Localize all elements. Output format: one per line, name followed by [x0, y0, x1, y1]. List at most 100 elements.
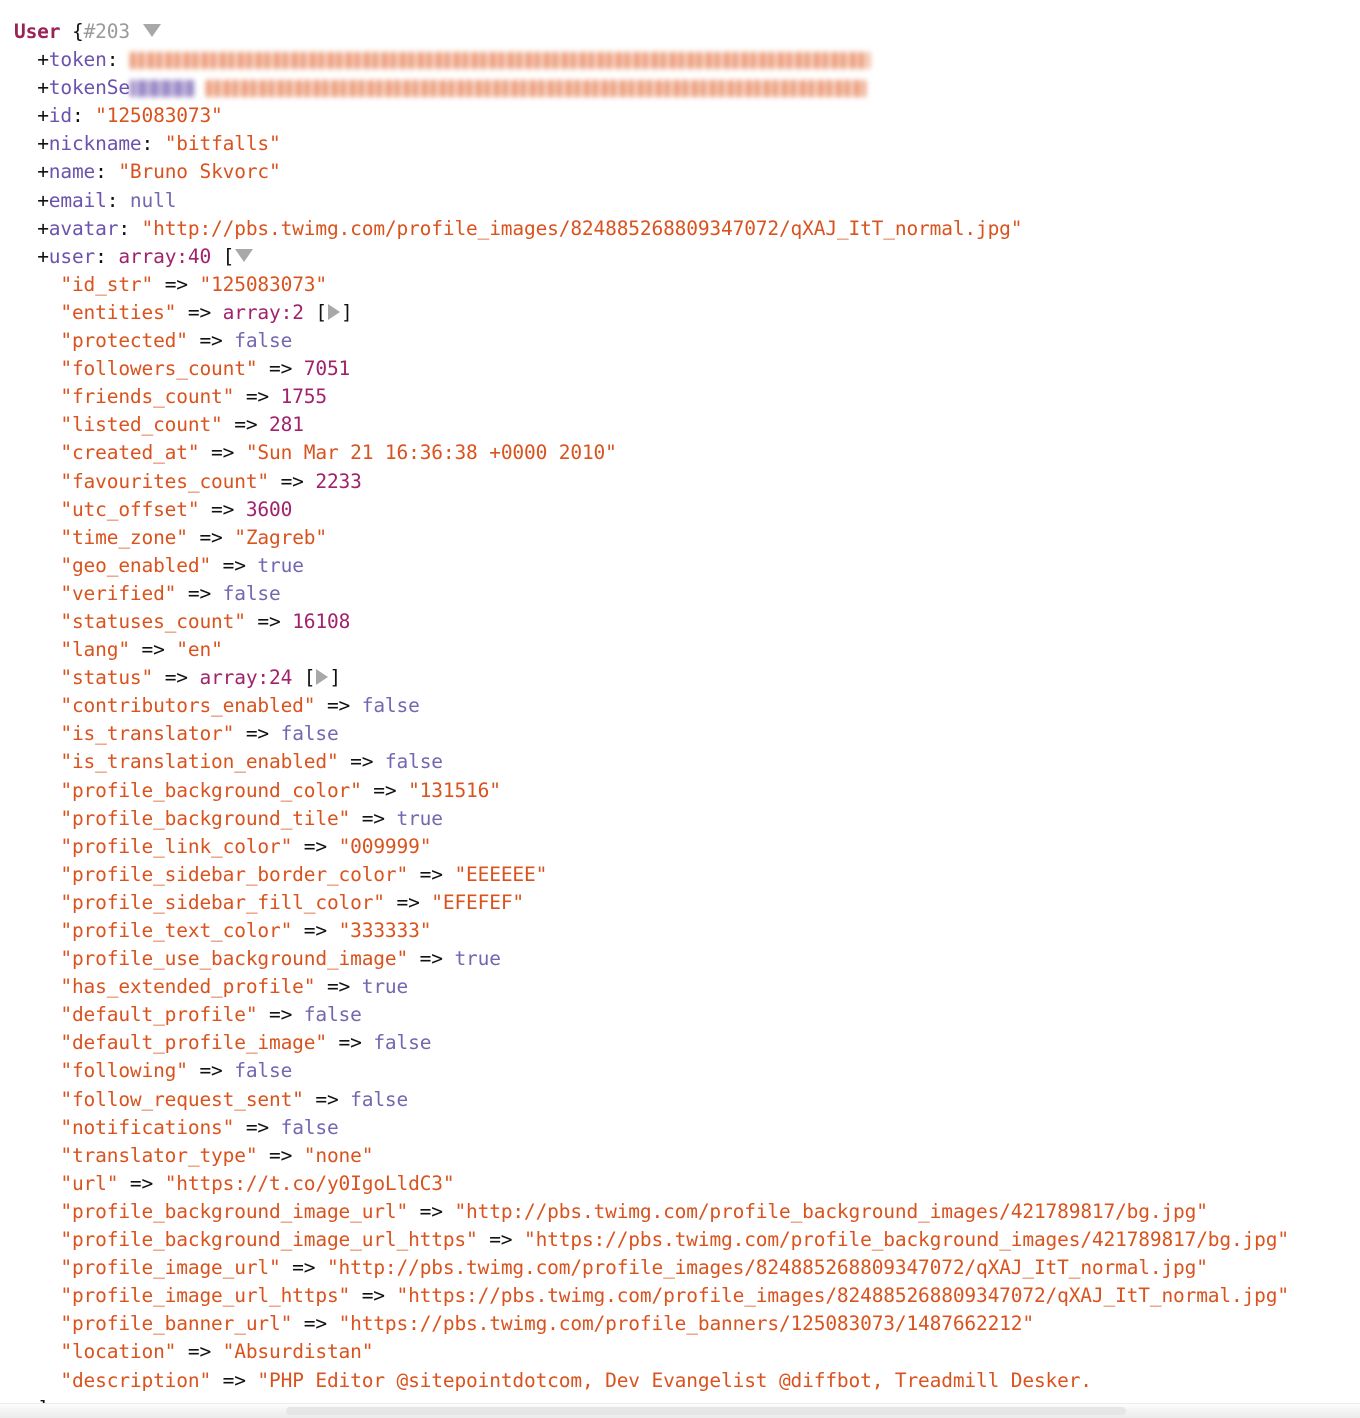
array-entry: "contributors_enabled" => false — [14, 692, 1360, 720]
array-entry: "favourites_count" => 2233 — [14, 468, 1360, 496]
chevron-right-icon[interactable] — [316, 669, 329, 686]
entry-key: "listed_count" — [60, 413, 223, 437]
redacted-value — [129, 80, 194, 98]
arrow: => — [408, 862, 455, 886]
arrow: => — [315, 975, 362, 999]
entry-value: "Sun Mar 21 16:36:38 +0000 2010" — [245, 441, 617, 465]
array-entry: "created_at" => "Sun Mar 21 16:36:38 +00… — [14, 439, 1360, 467]
array-entry: "friends_count" => 1755 — [14, 383, 1360, 411]
horizontal-scrollbar[interactable] — [0, 1403, 1360, 1418]
array-entry: "is_translation_enabled" => false — [14, 748, 1360, 776]
entry-value: "131516" — [408, 778, 501, 802]
array-entry: "is_translator" => false — [14, 720, 1360, 748]
property-line: +tokenSe — [14, 74, 1360, 102]
array-entry: "id_str" => "125083073" — [14, 271, 1360, 299]
dump-content: User {#203 +token: +tokenSe +id: "125083… — [0, 0, 1360, 1418]
chevron-down-icon[interactable] — [235, 248, 254, 262]
arrow: => — [408, 1199, 455, 1223]
horizontal-scrollbar-thumb[interactable] — [286, 1407, 1126, 1415]
arrow: => — [211, 1368, 258, 1392]
entry-key: "created_at" — [60, 441, 200, 465]
arrow: => — [292, 1312, 339, 1336]
entry-key: "geo_enabled" — [60, 553, 212, 577]
arrow: => — [350, 806, 397, 830]
entry-key: "description" — [60, 1368, 212, 1392]
entry-key: "profile_banner_url" — [60, 1312, 293, 1336]
array-entry: "following" => false — [14, 1057, 1360, 1085]
object-header: User {#203 — [14, 18, 1360, 46]
array-entry: "profile_sidebar_border_color" => "EEEEE… — [14, 861, 1360, 889]
arrow: => — [257, 1143, 304, 1167]
arrow: => — [234, 722, 281, 746]
chevron-down-icon[interactable] — [142, 24, 161, 37]
arrow: => — [176, 581, 223, 605]
entry-value: "http://pbs.twimg.com/profile_background… — [454, 1199, 1208, 1223]
array-entry: "profile_text_color" => "333333" — [14, 917, 1360, 945]
entry-key: "profile_image_url" — [60, 1256, 281, 1280]
array-entry: "profile_sidebar_fill_color" => "EFEFEF" — [14, 889, 1360, 917]
arrow: => — [292, 919, 339, 942]
array-entry: "profile_background_image_url_https" => … — [14, 1226, 1360, 1254]
array-entry: "profile_image_url" => "http://pbs.twimg… — [14, 1254, 1360, 1282]
colon: : — [71, 104, 96, 128]
array-entry: "url" => "https://t.co/y0IgoLldC3" — [14, 1170, 1360, 1198]
entry-value: "Zagreb" — [234, 525, 327, 549]
bracket-close: ] — [329, 666, 341, 690]
array-entry: "profile_use_background_image" => true — [14, 945, 1360, 973]
entry-value: 2233 — [315, 469, 362, 493]
vardumper-output-panel[interactable]: User {#203 +token: +tokenSe +id: "125083… — [0, 0, 1360, 1418]
entry-key: "location" — [60, 1340, 177, 1364]
arrow: => — [338, 750, 385, 774]
bracket-open: [ — [303, 300, 327, 324]
property-value: "bitfalls" — [164, 132, 281, 156]
array-count: array:2 — [222, 300, 304, 324]
arrow: => — [361, 778, 409, 802]
entry-value: "125083073" — [199, 272, 327, 296]
property-line: +name: "Bruno Skvorc" — [14, 158, 1360, 186]
bracket-close: ] — [340, 300, 353, 324]
entry-value: "PHP Editor @sitepointdotcom, Dev Evange… — [257, 1368, 1092, 1392]
entry-value: true — [454, 947, 501, 971]
entry-key: "following" — [60, 1059, 188, 1083]
array-entry: "profile_background_color" => "131516" — [14, 777, 1360, 805]
entry-key: "is_translation_enabled" — [60, 750, 339, 774]
plus-sign: + — [37, 160, 49, 184]
array-entry: "translator_type" => "none" — [14, 1142, 1360, 1170]
chevron-right-icon[interactable] — [327, 303, 340, 320]
array-entry: "profile_background_image_url" => "http:… — [14, 1198, 1360, 1226]
array-entry: "profile_background_tile" => true — [14, 805, 1360, 833]
bracket-open: [ — [211, 244, 235, 268]
entry-value: false — [280, 1115, 339, 1139]
array-entry: "follow_request_sent" => false — [14, 1086, 1360, 1114]
array-entry: "geo_enabled" => true — [14, 552, 1360, 580]
bracket-open: [ — [292, 666, 316, 690]
entry-value: false — [384, 750, 443, 774]
entry-value: 3600 — [245, 497, 293, 521]
colon: : — [141, 132, 165, 156]
arrow: => — [187, 525, 235, 549]
entry-value: "EEEEEE" — [454, 862, 548, 886]
property-line: +token: — [14, 46, 1360, 74]
entry-key: "statuses_count" — [60, 609, 246, 633]
brace-open: { — [71, 20, 84, 43]
array-entry: "statuses_count" => 16108 — [14, 608, 1360, 636]
entry-value: "009999" — [338, 834, 432, 858]
entry-value: "EFEFEF" — [431, 890, 525, 914]
